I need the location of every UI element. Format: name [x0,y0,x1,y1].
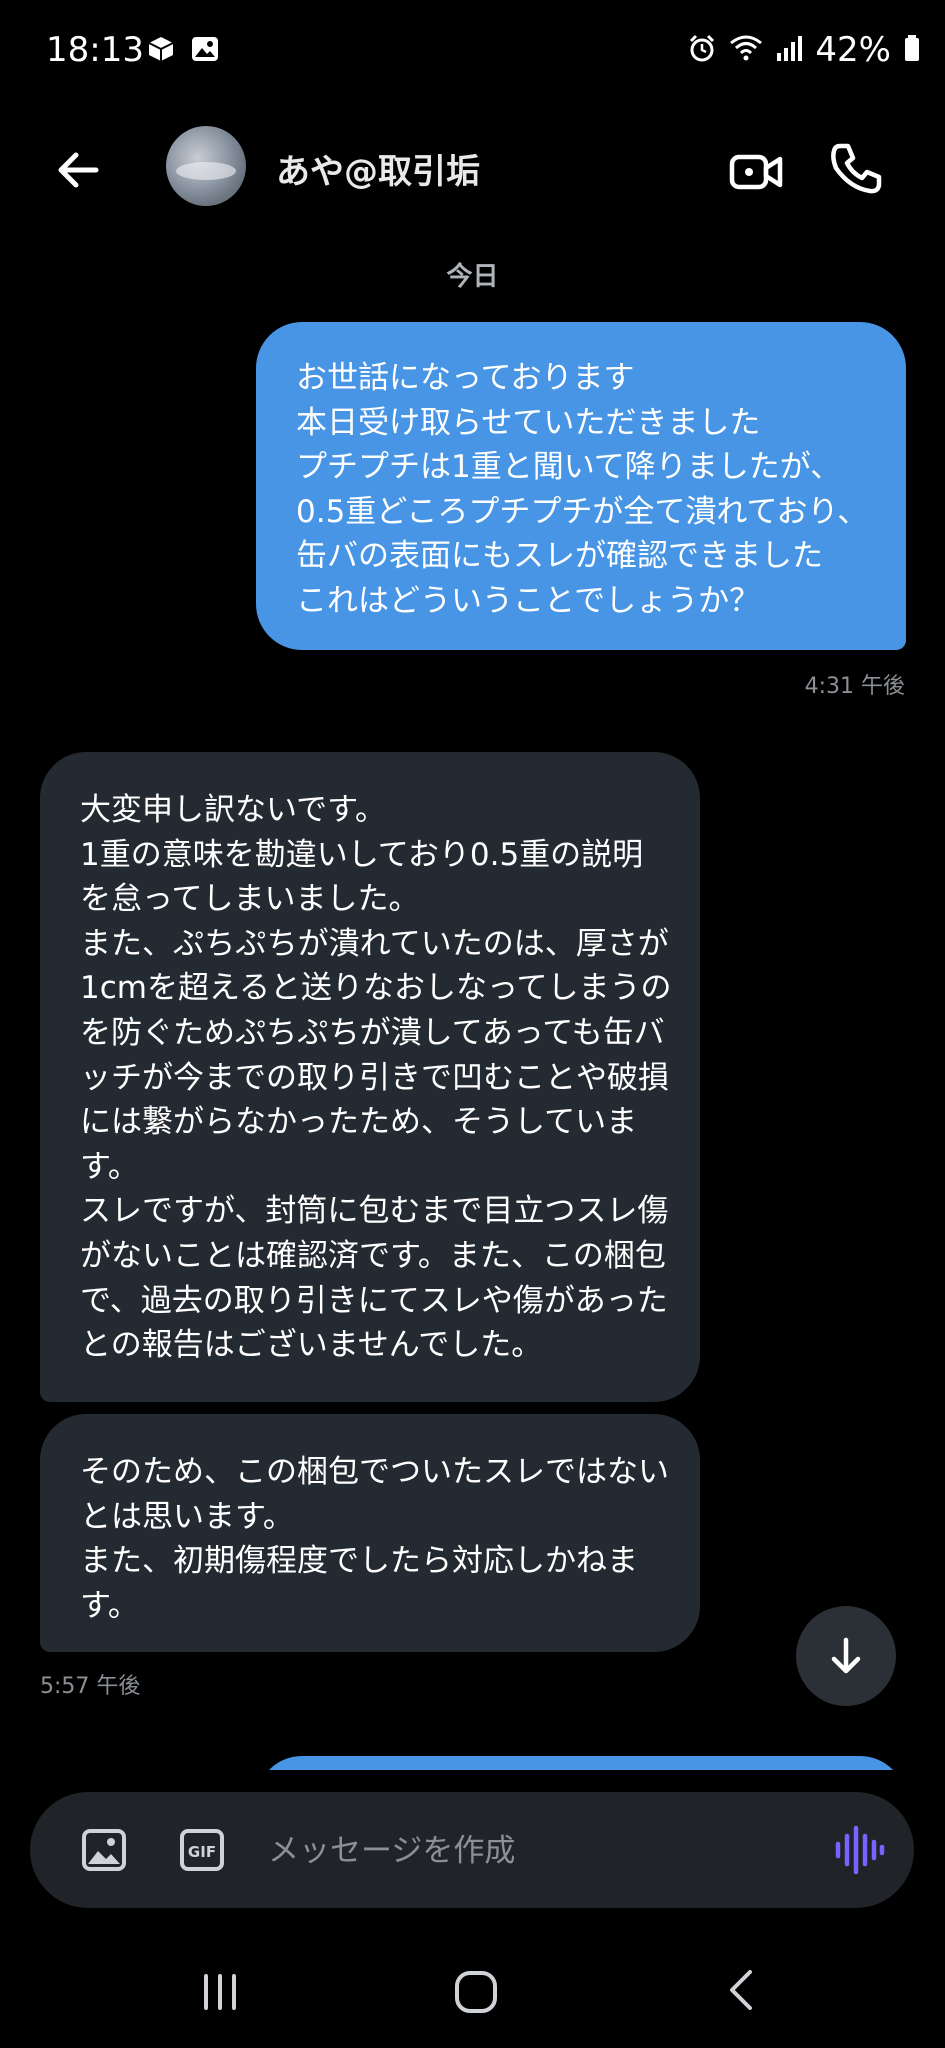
gif-button[interactable]: GIF [178,1826,226,1874]
avatar[interactable] [166,126,246,206]
dm-screen: 18:13 42% あや@取引垢 今日 お世話になっております 本日受け取らせて… [0,0,945,2048]
recent-apps-button[interactable] [192,1964,248,2020]
conversation-header: あや@取引垢 [0,110,945,220]
sent-message[interactable]: お世話になっております 本日受け取らせていただきました プチプチは1重と聞いて降… [256,322,906,650]
contact-name[interactable]: あや@取引垢 [276,144,480,193]
recents-icon [204,1974,236,2010]
message-composer: GIF [30,1792,914,1908]
message-input[interactable] [266,1818,830,1884]
wifi-icon [729,33,763,67]
system-back-button[interactable] [714,1962,770,2018]
chevron-left-icon [730,1970,752,2010]
home-button[interactable] [446,1962,506,2022]
status-bar: 18:13 42% [0,0,945,104]
battery-percent: 42% [815,30,891,70]
attach-image-button[interactable] [80,1826,128,1874]
received-message[interactable]: 大変申し訳ないです。 1重の意味を勘違いしており0.5重の説明 を怠ってしまいま… [40,752,700,1402]
back-button[interactable] [52,142,108,198]
voice-call-button[interactable] [828,140,884,196]
battery-icon [903,33,921,67]
phone-icon [831,143,882,194]
gallery-notification-icon [190,34,220,68]
date-divider: 今日 [446,262,499,292]
arrow-down-icon [831,1637,861,1674]
system-navigation-bar [0,1940,945,2048]
status-time: 18:13 [46,30,144,70]
svg-text:GIF: GIF [188,1843,216,1861]
gif-icon: GIF [180,1829,224,1871]
home-icon [455,1971,497,2013]
signal-icon [775,33,803,67]
video-camera-icon [729,154,783,190]
video-call-button[interactable] [728,144,784,200]
voice-message-button[interactable] [830,1822,886,1878]
message-timestamp: 5:57 午後 [40,1674,141,1699]
audio-waveform-icon [835,1825,885,1875]
message-timestamp: 4:31 午後 [804,674,905,699]
image-icon [82,1829,126,1871]
scroll-to-bottom-button[interactable] [796,1606,896,1706]
arrow-left-icon [58,152,99,188]
received-message[interactable]: そのため、この梱包でついたスレではない とは思います。 また、初期傷程度でしたら… [40,1414,700,1652]
box-notification-icon [146,34,176,68]
alarm-icon [687,33,717,67]
